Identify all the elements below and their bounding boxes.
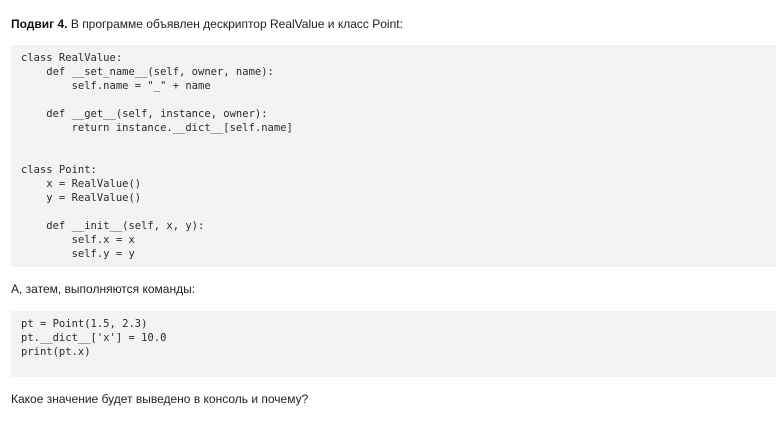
middle-text: А, затем, выполняются команды: bbox=[11, 282, 196, 296]
task-page: Подвиг 4. В программе объявлен дескрипто… bbox=[0, 0, 783, 426]
code-block-commands[interactable]: pt = Point(1.5, 2.3) pt.__dict__['x'] = … bbox=[11, 311, 776, 377]
task-label: Подвиг 4. bbox=[11, 17, 68, 31]
code-text-descriptor: class RealValue: def __set_name__(self, … bbox=[21, 52, 293, 260]
code-block-descriptor[interactable]: class RealValue: def __set_name__(self, … bbox=[11, 45, 776, 267]
code-text-commands: pt = Point(1.5, 2.3) pt.__dict__['x'] = … bbox=[21, 318, 167, 358]
task-intro: Подвиг 4. В программе объявлен дескрипто… bbox=[11, 16, 403, 32]
task-intro-text: В программе объявлен дескриптор RealValu… bbox=[67, 17, 403, 31]
question-text: Какое значение будет выведено в консоль … bbox=[11, 392, 309, 406]
